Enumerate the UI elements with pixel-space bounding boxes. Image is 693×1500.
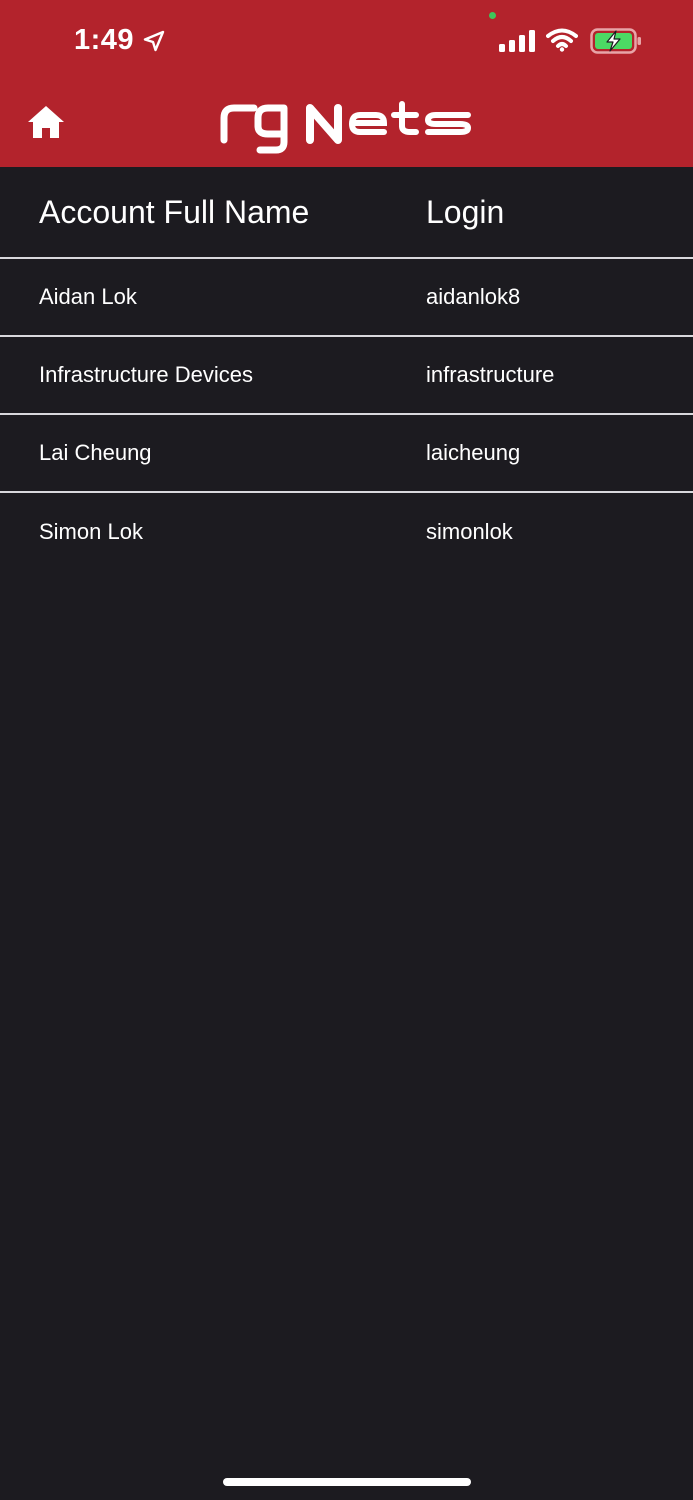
accounts-table: Account Full Name Login Aidan Lok aidanl… — [0, 167, 693, 571]
cellular-signal-icon — [499, 30, 535, 52]
row-full-name: Simon Lok — [39, 519, 143, 544]
home-icon[interactable] — [26, 104, 66, 140]
privacy-indicator-dot — [489, 12, 496, 19]
table-header: Account Full Name Login — [0, 167, 693, 259]
accounts-screen: 1:49 Account Full Name Login Aidan Lok a… — [0, 0, 693, 1500]
location-arrow-icon — [143, 30, 165, 51]
table-row[interactable]: Lai Cheung laicheung — [0, 415, 693, 493]
column-header-full-name[interactable]: Account Full Name — [39, 194, 309, 231]
table-row[interactable]: Simon Lok simonlok — [0, 493, 693, 571]
row-full-name: Aidan Lok — [39, 284, 137, 309]
row-login: infrastructure — [426, 362, 555, 387]
time-text: 1:49 — [74, 24, 135, 56]
home-indicator[interactable] — [223, 1478, 471, 1486]
row-full-name: Lai Cheung — [39, 440, 152, 465]
rgnets-logo — [220, 101, 472, 154]
row-full-name: Infrastructure Devices — [39, 362, 253, 387]
status-bar-time: 1:49 — [74, 24, 166, 57]
row-login: aidanlok8 — [426, 284, 521, 309]
row-login: laicheung — [426, 440, 521, 465]
app-header: 1:49 — [0, 0, 693, 167]
column-header-login[interactable]: Login — [426, 194, 504, 231]
table-row[interactable]: Infrastructure Devices infrastructure — [0, 337, 693, 415]
wifi-icon — [546, 28, 578, 52]
table-row[interactable]: Aidan Lok aidanlok8 — [0, 259, 693, 337]
row-login: simonlok — [426, 519, 513, 544]
battery-charging-icon — [590, 28, 641, 54]
